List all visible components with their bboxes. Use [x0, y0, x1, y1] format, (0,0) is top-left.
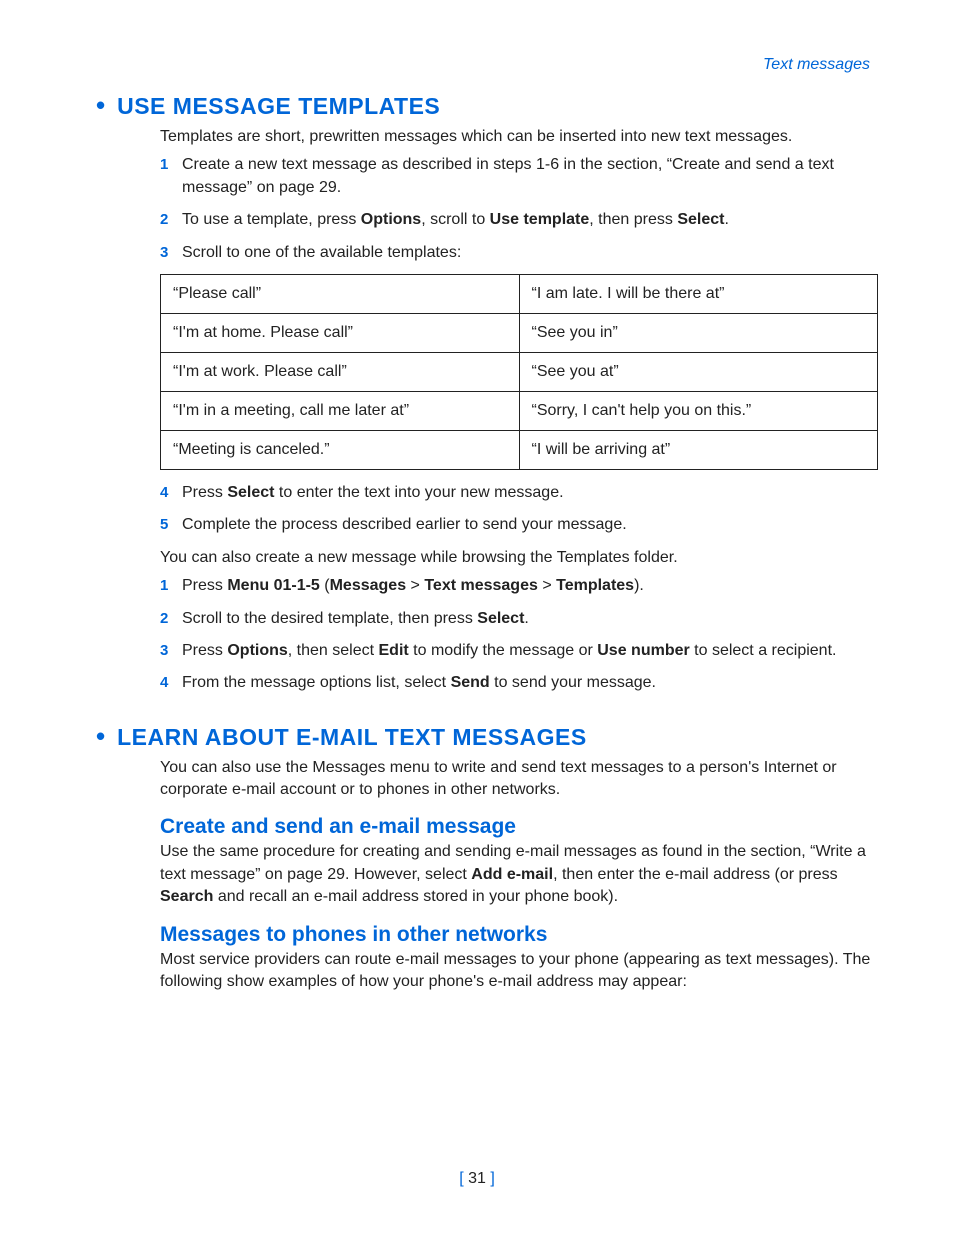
table-cell: “I'm in a meeting, call me later at” — [161, 391, 520, 430]
table-cell: “I am late. I will be there at” — [519, 274, 878, 313]
step-number: 1 — [160, 154, 168, 175]
table-cell: “I will be arriving at” — [519, 430, 878, 469]
step-item: 2 To use a template, press Options, scro… — [160, 209, 874, 231]
table-cell: “See you in” — [519, 313, 878, 352]
step-text: Press Select to enter the text into your… — [182, 484, 564, 501]
step-text: Scroll to the desired template, then pre… — [182, 610, 529, 627]
step-number: 2 — [160, 608, 168, 629]
table-row: “I'm at home. Please call” “See you in” — [161, 313, 878, 352]
step-number: 4 — [160, 482, 168, 503]
table-cell: “I'm at home. Please call” — [161, 313, 520, 352]
table-row: “Meeting is canceled.” “I will be arrivi… — [161, 430, 878, 469]
table-cell: “Sorry, I can't help you on this.” — [519, 391, 878, 430]
table-row: “I'm at work. Please call” “See you at” — [161, 352, 878, 391]
step-text: Press Options, then select Edit to modif… — [182, 642, 836, 659]
section-title: USE MESSAGE TEMPLATES — [117, 93, 440, 120]
step-text: To use a template, press Options, scroll… — [182, 211, 729, 228]
page-number: [ 31 ] — [0, 1170, 954, 1188]
step-text: Scroll to one of the available templates… — [182, 244, 461, 261]
bracket-close: ] — [486, 1170, 495, 1187]
steps-list-b: 4 Press Select to enter the text into yo… — [160, 482, 874, 537]
page-number-value: 31 — [468, 1170, 486, 1187]
subsection-title: Create and send an e-mail message — [160, 815, 874, 839]
step-number: 4 — [160, 672, 168, 693]
table-row: “Please call” “I am late. I will be ther… — [161, 274, 878, 313]
table-cell: “I'm at work. Please call” — [161, 352, 520, 391]
step-item: 1 Create a new text message as described… — [160, 154, 874, 199]
table-cell: “Please call” — [161, 274, 520, 313]
intro-text: You can also use the Messages menu to wr… — [160, 757, 874, 802]
table-cell: “Meeting is canceled.” — [161, 430, 520, 469]
step-number: 3 — [160, 242, 168, 263]
step-item: 4 Press Select to enter the text into yo… — [160, 482, 874, 504]
step-number: 1 — [160, 575, 168, 596]
step-item: 1 Press Menu 01-1-5 (Messages > Text mes… — [160, 575, 874, 597]
step-item: 4 From the message options list, select … — [160, 672, 874, 694]
section-heading: • USE MESSAGE TEMPLATES — [96, 92, 874, 120]
step-text: From the message options list, select Se… — [182, 674, 656, 691]
table-cell: “See you at” — [519, 352, 878, 391]
step-item: 5 Complete the process described earlier… — [160, 514, 874, 536]
subsection-text: Most service providers can route e-mail … — [160, 949, 874, 994]
bracket-open: [ — [459, 1170, 468, 1187]
step-text: Press Menu 01-1-5 (Messages > Text messa… — [182, 577, 644, 594]
templates-table: “Please call” “I am late. I will be ther… — [160, 274, 878, 470]
subsection-text: Use the same procedure for creating and … — [160, 841, 874, 908]
step-number: 3 — [160, 640, 168, 661]
bullet-icon: • — [96, 92, 105, 118]
step-item: 3 Scroll to one of the available templat… — [160, 242, 874, 264]
after-para: You can also create a new message while … — [160, 547, 874, 569]
section-use-message-templates: • USE MESSAGE TEMPLATES Templates are sh… — [120, 92, 874, 695]
header-breadcrumb: Text messages — [120, 56, 874, 74]
table-row: “I'm in a meeting, call me later at” “So… — [161, 391, 878, 430]
steps-list-a: 1 Create a new text message as described… — [160, 154, 874, 264]
subsection-title: Messages to phones in other networks — [160, 923, 874, 947]
steps-list-c: 1 Press Menu 01-1-5 (Messages > Text mes… — [160, 575, 874, 695]
step-number: 5 — [160, 514, 168, 535]
step-text: Complete the process described earlier t… — [182, 516, 627, 533]
document-page: Text messages • USE MESSAGE TEMPLATES Te… — [0, 0, 954, 1248]
step-item: 2 Scroll to the desired template, then p… — [160, 608, 874, 630]
section-title: LEARN ABOUT E-MAIL TEXT MESSAGES — [117, 724, 587, 751]
step-item: 3 Press Options, then select Edit to mod… — [160, 640, 874, 662]
section-heading: • LEARN ABOUT E-MAIL TEXT MESSAGES — [96, 723, 874, 751]
step-number: 2 — [160, 209, 168, 230]
step-text: Create a new text message as described i… — [182, 156, 834, 195]
bullet-icon: • — [96, 723, 105, 749]
section-learn-email-text-messages: • LEARN ABOUT E-MAIL TEXT MESSAGES You c… — [120, 723, 874, 994]
intro-text: Templates are short, prewritten messages… — [160, 126, 874, 148]
